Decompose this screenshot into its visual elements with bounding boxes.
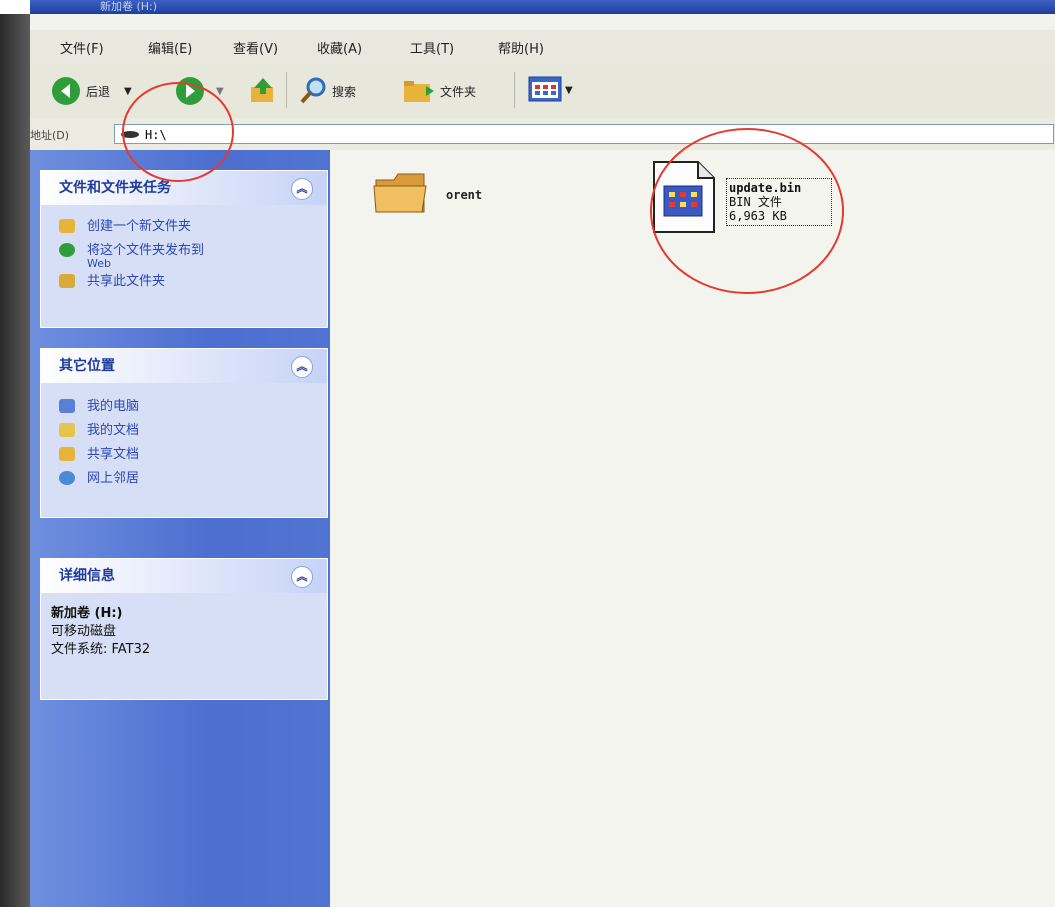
place-network[interactable]: 网上邻居 [41, 467, 327, 491]
documents-icon [59, 423, 75, 437]
address-label: 地址(D) [30, 129, 70, 142]
task-publish-web[interactable]: 将这个文件夹发布到 [41, 239, 327, 263]
tasks-panel: 文件和文件夹任务 ︽ 创建一个新文件夹 将这个文件夹发布到 Web 共享此文件夹 [40, 170, 328, 328]
forward-dropdown-icon[interactable]: ▼ [216, 86, 224, 97]
menu-view[interactable]: 查看(V) [233, 38, 278, 57]
back-arrow-icon [52, 77, 80, 105]
task-share-folder[interactable]: 共享此文件夹 [41, 270, 327, 294]
search-button[interactable]: 搜索 [298, 76, 356, 106]
task-new-folder-label: 创建一个新文件夹 [87, 219, 192, 234]
views-icon [528, 76, 562, 102]
place-my-computer-label: 我的电脑 [87, 399, 140, 414]
search-label: 搜索 [332, 84, 357, 99]
place-my-documents-label: 我的文档 [87, 423, 140, 438]
network-icon [59, 471, 75, 485]
place-shared-documents-label: 共享文档 [87, 447, 140, 462]
annotation-circle-file [650, 128, 844, 294]
shared-documents-icon [59, 447, 75, 461]
up-folder-icon [251, 78, 273, 102]
menu-tools[interactable]: 工具(T) [410, 38, 454, 57]
annotation-circle-address [122, 82, 234, 182]
place-shared-documents[interactable]: 共享文档 [41, 443, 327, 467]
details-type: 可移动磁盘 [51, 624, 117, 639]
new-folder-icon [59, 219, 75, 233]
back-dropdown-icon[interactable]: ▼ [124, 86, 132, 97]
window-title: 新加卷 (H:) [100, 0, 158, 13]
place-my-documents[interactable]: 我的文档 [41, 419, 327, 443]
details-fs: 文件系统: FAT32 [51, 642, 151, 657]
place-network-label: 网上邻居 [87, 471, 140, 486]
folder-name: orent [446, 188, 483, 202]
folder-icon [373, 173, 427, 213]
menu-help[interactable]: 帮助(H) [498, 38, 544, 57]
task-publish-label: 将这个文件夹发布到 [87, 243, 205, 258]
task-share-label: 共享此文件夹 [87, 274, 166, 289]
details-volume: 新加卷 (H:) [51, 606, 123, 621]
details-panel-title: 详细信息 [59, 568, 115, 584]
places-panel-title: 其它位置 [59, 358, 115, 374]
tasks-panel-title: 文件和文件夹任务 [59, 180, 171, 196]
search-icon [300, 77, 326, 104]
folders-label: 文件夹 [440, 84, 477, 99]
places-panel: 其它位置 ︽ 我的电脑 我的文档 共享文档 网上邻居 [40, 348, 328, 518]
up-folder-button[interactable] [248, 76, 278, 106]
back-button[interactable]: 后退 ▼ [52, 77, 132, 105]
views-dropdown-icon: ▼ [565, 84, 573, 96]
collapse-chevron-icon[interactable]: ︽ [291, 178, 313, 200]
address-input[interactable]: H:\ [114, 124, 1054, 144]
collapse-chevron-icon[interactable]: ︽ [291, 356, 313, 378]
globe-icon [59, 243, 75, 257]
details-body: 新加卷 (H:) 可移动磁盘 文件系统: FAT32 [41, 593, 327, 659]
toolbar-separator-2 [514, 72, 515, 108]
task-pane: 文件和文件夹任务 ︽ 创建一个新文件夹 将这个文件夹发布到 Web 共享此文件夹… [30, 150, 330, 907]
computer-icon [59, 399, 75, 413]
folders-button[interactable]: 文件夹 [402, 76, 476, 106]
shared-folder-icon [59, 274, 75, 288]
toolbar-separator [286, 72, 287, 108]
place-my-computer[interactable]: 我的电脑 [41, 395, 327, 419]
task-new-folder[interactable]: 创建一个新文件夹 [41, 215, 327, 239]
folders-icon [404, 81, 434, 102]
menu-bar: 文件(F) 编辑(E) 查看(V) 收藏(A) 工具(T) 帮助(H) [30, 30, 1055, 65]
back-label: 后退 [86, 84, 111, 99]
screen-bezel [0, 14, 30, 907]
title-bar: 新加卷 (H:) [30, 0, 1055, 14]
menu-favorites[interactable]: 收藏(A) [317, 38, 362, 57]
views-button[interactable]: ▼ [528, 76, 573, 104]
collapse-chevron-icon[interactable]: ︽ [291, 566, 313, 588]
folder-item[interactable]: orent [372, 166, 482, 220]
details-panel-header[interactable]: 详细信息 ︽ [41, 559, 327, 593]
details-panel: 详细信息 ︽ 新加卷 (H:) 可移动磁盘 文件系统: FAT32 [40, 558, 328, 700]
menu-edit[interactable]: 编辑(E) [148, 38, 192, 57]
places-panel-header[interactable]: 其它位置 ︽ [41, 349, 327, 383]
menu-file[interactable]: 文件(F) [60, 38, 104, 57]
